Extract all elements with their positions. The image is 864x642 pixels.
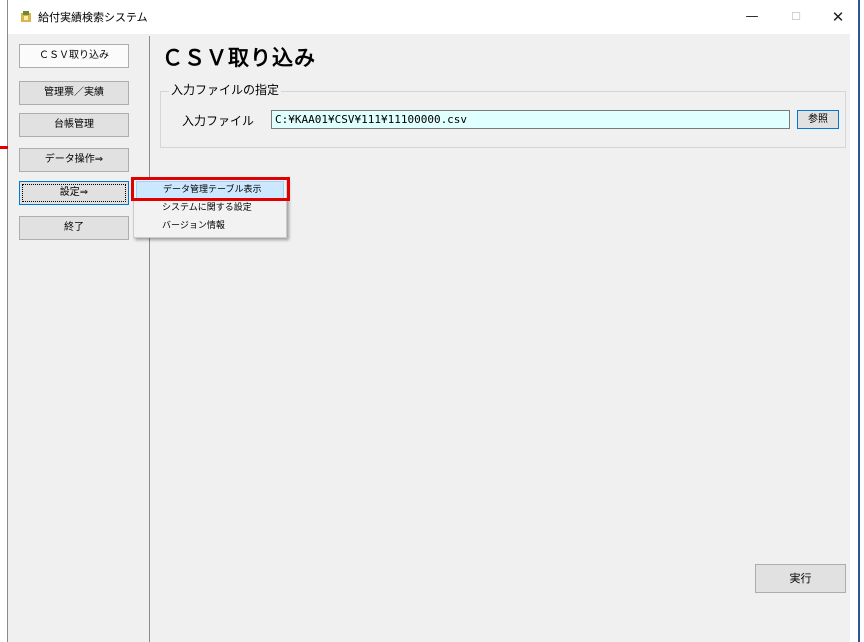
maximize-button[interactable]: ☐: [776, 4, 816, 30]
minimize-button[interactable]: —: [732, 4, 772, 30]
window-border-right: [858, 0, 860, 642]
nav-ledger-button[interactable]: 台帳管理: [19, 113, 129, 137]
group-label: 入力ファイルの指定: [169, 81, 282, 98]
app-icon: [21, 11, 31, 22]
nav-data-operation-button[interactable]: データ操作⇒: [19, 148, 129, 172]
nav-csv-import-button[interactable]: ＣＳＶ取り込み: [19, 44, 129, 68]
input-file-field[interactable]: C:¥KAA01¥CSV¥111¥11100000.csv: [271, 110, 790, 129]
panel-divider: [149, 36, 150, 642]
browse-button[interactable]: 参照: [797, 110, 839, 129]
highlight-annotation-line: [0, 146, 8, 149]
highlight-annotation-box: [131, 177, 290, 201]
input-file-label: 入力ファイル: [182, 114, 255, 128]
nav-exit-button[interactable]: 終了: [19, 216, 129, 240]
client-area: ＣＳＶ取り込み 管理票／実績 台帳管理 データ操作⇒ 設定⇒ 終了 ＣＳＶ取り込…: [8, 34, 850, 642]
close-button[interactable]: ✕: [818, 4, 858, 30]
window-title: 給付実績検索システム: [38, 11, 148, 24]
execute-button[interactable]: 実行: [755, 564, 846, 593]
menu-item-version-info[interactable]: バージョン情報: [136, 217, 284, 235]
title-bar[interactable]: 給付実績検索システム — ☐ ✕: [8, 0, 858, 34]
nav-management-button[interactable]: 管理票／実績: [19, 81, 129, 105]
page-title: ＣＳＶ取り込み: [162, 46, 316, 70]
nav-settings-button[interactable]: 設定⇒: [19, 181, 129, 205]
menu-item-system-settings[interactable]: システムに関する設定: [136, 199, 284, 217]
